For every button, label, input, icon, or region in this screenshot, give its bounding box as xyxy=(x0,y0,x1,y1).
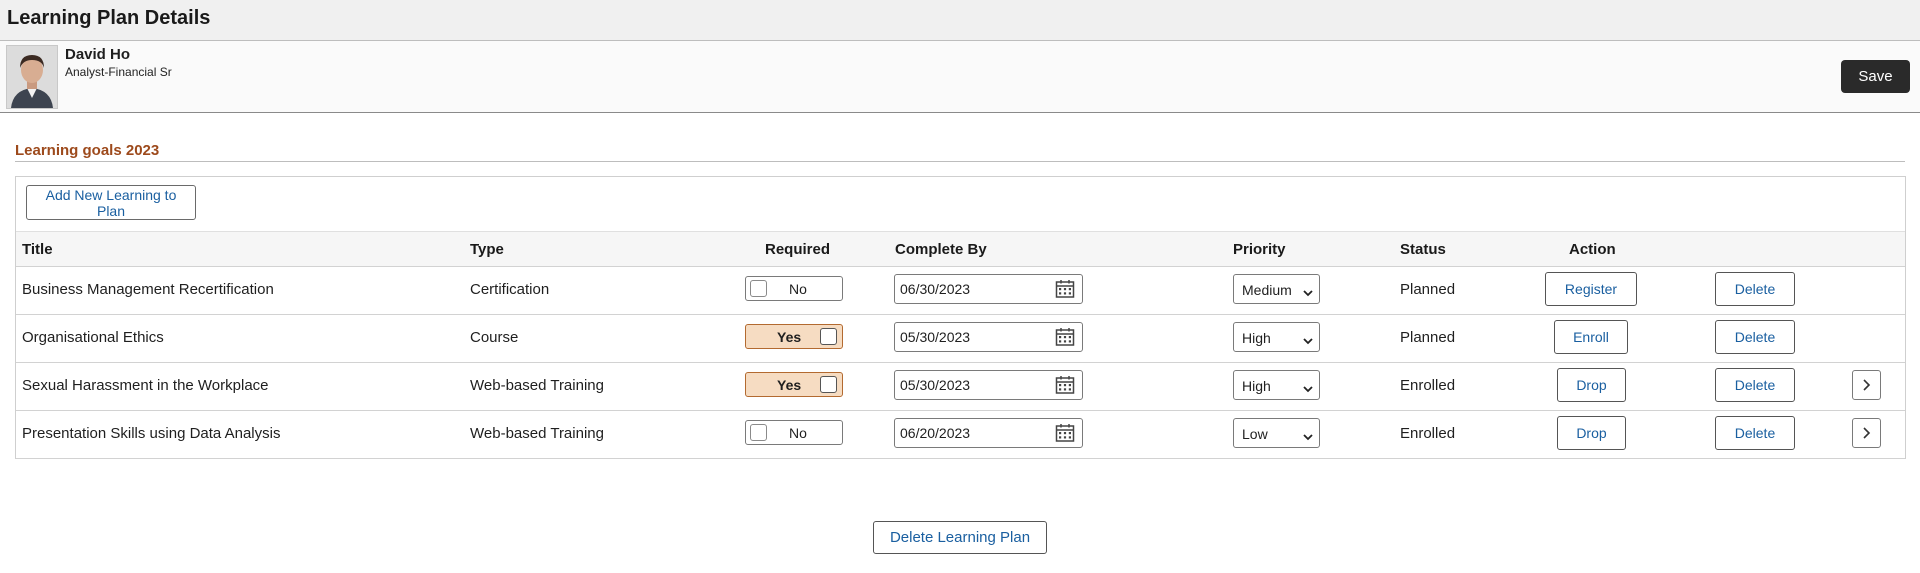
header-type: Type xyxy=(470,241,504,258)
header-status: Status xyxy=(1400,241,1446,258)
complete-by-date-value: 05/30/2023 xyxy=(900,329,971,345)
priority-value: Medium xyxy=(1242,282,1292,298)
row-detail-button[interactable] xyxy=(1852,418,1881,448)
action-button[interactable]: Register xyxy=(1545,272,1637,306)
complete-by-date-value: 05/30/2023 xyxy=(900,377,971,393)
table-row: Sexual Harassment in the Workplace Web-ba… xyxy=(16,362,1905,411)
page-header: Learning Plan Details xyxy=(0,0,1920,41)
header-complete-by: Complete By xyxy=(895,241,987,258)
learning-type: Certification xyxy=(470,281,550,298)
required-toggle-label: Yes xyxy=(777,377,802,393)
header-required: Required xyxy=(765,241,831,258)
delete-button[interactable]: Delete xyxy=(1715,368,1795,402)
section-divider xyxy=(15,161,1905,162)
delete-button[interactable]: Delete xyxy=(1715,272,1795,306)
complete-by-date-field[interactable]: 06/20/2023 xyxy=(894,418,1083,448)
calendar-icon[interactable] xyxy=(1055,423,1075,448)
action-button[interactable]: Drop xyxy=(1557,416,1626,450)
complete-by-date-value: 06/30/2023 xyxy=(900,281,971,297)
required-toggle[interactable]: No xyxy=(745,276,843,301)
priority-value: High xyxy=(1242,378,1271,394)
complete-by-date-field[interactable]: 05/30/2023 xyxy=(894,322,1083,352)
required-toggle[interactable]: Yes xyxy=(745,324,843,349)
person-photo-icon xyxy=(7,46,57,108)
learning-status: Enrolled xyxy=(1400,425,1456,442)
learning-title: Sexual Harassment in the Workplace xyxy=(22,377,269,394)
table-row: Presentation Skills using Data Analysis W… xyxy=(16,410,1905,459)
learning-title: Organisational Ethics xyxy=(22,329,164,346)
priority-select[interactable]: Medium xyxy=(1233,274,1320,304)
chevron-down-icon xyxy=(1303,380,1313,398)
calendar-icon[interactable] xyxy=(1055,327,1075,352)
required-toggle[interactable]: Yes xyxy=(745,372,843,397)
chevron-down-icon xyxy=(1303,284,1313,302)
save-button[interactable]: Save xyxy=(1841,60,1910,93)
learning-type: Web-based Training xyxy=(470,377,604,394)
learning-status: Enrolled xyxy=(1400,377,1456,394)
chevron-down-icon xyxy=(1303,428,1313,446)
table-row: Organisational Ethics Course Yes 05/30/2023… xyxy=(16,314,1905,363)
employee-profile: David Ho Analyst-Financial Sr Save xyxy=(0,41,1920,113)
toggle-knob xyxy=(820,328,837,345)
toggle-knob xyxy=(750,424,767,441)
table-header: Title Type Required Complete By Priority… xyxy=(16,231,1905,267)
action-button[interactable]: Enroll xyxy=(1554,320,1628,354)
header-priority: Priority xyxy=(1233,241,1286,258)
chevron-down-icon xyxy=(1303,332,1313,350)
learning-goals-panel: Add New Learning to Plan Title Type Requ… xyxy=(15,176,1906,459)
add-new-learning-button[interactable]: Add New Learning to Plan xyxy=(26,185,196,220)
complete-by-date-field[interactable]: 06/30/2023 xyxy=(894,274,1083,304)
required-toggle-label: No xyxy=(789,425,807,441)
employee-job-title: Analyst-Financial Sr xyxy=(65,65,172,79)
complete-by-date-field[interactable]: 05/30/2023 xyxy=(894,370,1083,400)
table-row: Business Management Recertification Certi… xyxy=(16,266,1905,315)
header-action: Action xyxy=(1569,241,1616,258)
page-title: Learning Plan Details xyxy=(7,7,211,29)
learning-type: Web-based Training xyxy=(470,425,604,442)
delete-button[interactable]: Delete xyxy=(1715,320,1795,354)
employee-name: David Ho xyxy=(65,46,131,63)
row-detail-button[interactable] xyxy=(1852,370,1881,400)
priority-value: Low xyxy=(1242,426,1268,442)
section-title: Learning goals 2023 xyxy=(15,142,160,159)
chevron-right-icon xyxy=(1863,379,1871,391)
calendar-icon[interactable] xyxy=(1055,375,1075,400)
toggle-knob xyxy=(820,376,837,393)
learning-status: Planned xyxy=(1400,281,1456,298)
avatar xyxy=(6,45,58,109)
priority-select[interactable]: High xyxy=(1233,322,1320,352)
action-button[interactable]: Drop xyxy=(1557,368,1626,402)
learning-type: Course xyxy=(470,329,519,346)
header-title: Title xyxy=(22,241,53,258)
priority-select[interactable]: Low xyxy=(1233,418,1320,448)
complete-by-date-value: 06/20/2023 xyxy=(900,425,971,441)
delete-button[interactable]: Delete xyxy=(1715,416,1795,450)
required-toggle[interactable]: No xyxy=(745,420,843,445)
chevron-right-icon xyxy=(1863,427,1871,439)
learning-status: Planned xyxy=(1400,329,1456,346)
learning-title: Business Management Recertification xyxy=(22,281,274,298)
calendar-icon[interactable] xyxy=(1055,279,1075,304)
delete-learning-plan-button[interactable]: Delete Learning Plan xyxy=(873,521,1047,554)
required-toggle-label: Yes xyxy=(777,329,802,345)
priority-value: High xyxy=(1242,330,1271,346)
toggle-knob xyxy=(750,280,767,297)
required-toggle-label: No xyxy=(789,281,807,297)
priority-select[interactable]: High xyxy=(1233,370,1320,400)
learning-title: Presentation Skills using Data Analysis xyxy=(22,425,281,442)
